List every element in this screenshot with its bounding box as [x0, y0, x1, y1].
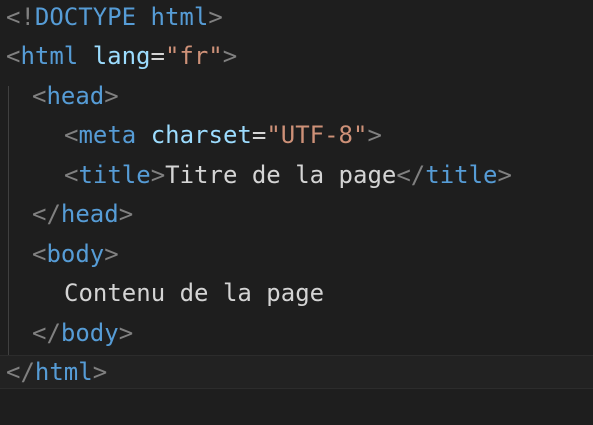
tag-bracket: >: [222, 42, 238, 70]
attribute-value: "fr": [164, 42, 223, 70]
tag-bracket: >: [118, 200, 134, 228]
tag-name: title: [78, 161, 151, 189]
code-line-1[interactable]: <!DOCTYPE html>: [0, 0, 223, 37]
tag-name: head: [60, 200, 119, 228]
tag-bracket: <: [6, 42, 21, 70]
tag-bracket: >: [497, 161, 512, 189]
tag-bracket: </: [32, 319, 61, 347]
tag-bracket: >: [92, 358, 108, 386]
tag-name: head: [46, 82, 105, 110]
tag-bracket: <: [32, 240, 47, 268]
text-content: Titre de la page: [165, 161, 397, 189]
tag-bracket: >: [104, 240, 119, 268]
tag-bracket: </: [396, 161, 426, 189]
tag-bracket: </: [6, 358, 35, 386]
text-content: Contenu de la page: [64, 279, 325, 307]
tag-name: body: [46, 240, 105, 268]
attribute-name: lang: [92, 42, 151, 70]
code-line-10[interactable]: </html>: [0, 353, 107, 392]
tag-bracket: >: [104, 82, 119, 110]
code-line-3[interactable]: <head>: [0, 77, 119, 116]
tag-bracket: >: [118, 319, 134, 347]
tag-bracket: >: [208, 3, 223, 31]
tag-name: html: [20, 42, 79, 70]
doctype-value: html: [150, 3, 209, 31]
tag-bracket: >: [367, 121, 382, 149]
equals-sign: =: [150, 42, 165, 70]
tag-name: html: [34, 358, 93, 386]
code-line-7[interactable]: <body>: [0, 235, 119, 274]
tag-bracket: </: [32, 200, 61, 228]
code-editor[interactable]: <!DOCTYPE html> <html lang="fr"> <head> …: [0, 0, 593, 425]
equals-sign: =: [251, 121, 267, 149]
tag-name: body: [60, 319, 119, 347]
code-line-2[interactable]: <html lang="fr">: [0, 37, 237, 76]
tag-name: DOCTYPE: [34, 3, 137, 31]
code-line-6[interactable]: </head>: [0, 195, 133, 234]
tag-bracket: <!: [6, 3, 35, 31]
attribute-value: "UTF-8": [266, 121, 368, 149]
code-line-9[interactable]: </body>: [0, 314, 133, 353]
tag-bracket: >: [150, 161, 166, 189]
tag-name: meta: [78, 121, 137, 149]
tag-bracket: <: [32, 82, 47, 110]
attribute-name: charset: [150, 121, 252, 149]
tag-name: title: [425, 161, 498, 189]
code-line-5[interactable]: <title>Titre de la page</title>: [0, 156, 512, 195]
code-line-8[interactable]: Contenu de la page: [0, 274, 324, 313]
tag-bracket: <: [64, 121, 79, 149]
code-line-4[interactable]: <meta charset="UTF-8">: [0, 116, 382, 155]
tag-bracket: <: [64, 161, 79, 189]
